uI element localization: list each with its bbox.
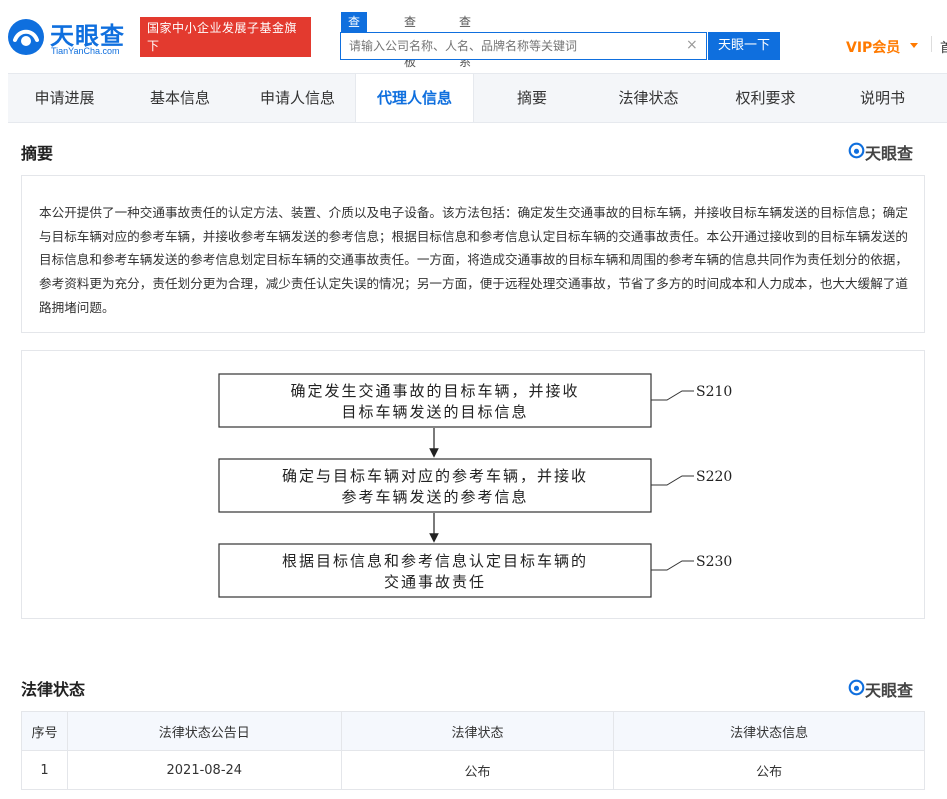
header-home-link[interactable]: 首 <box>940 37 947 56</box>
column-header-no: 序号 <box>21 711 68 751</box>
tab-agent-info[interactable]: 代理人信息 <box>355 74 474 122</box>
search-box: × <box>340 32 707 60</box>
search-tab-company[interactable]: 查公司 <box>341 12 368 69</box>
abstract-text: 本公开提供了一种交通事故责任的认定方法、装置、介质以及电子设备。该方法包括：确定… <box>39 205 908 315</box>
legal-status-title: 法律状态 <box>21 680 86 699</box>
abstract-figure: 确定发生交通事故的目标车辆，并接收 目标车辆发送的目标信息 S210 确定与目标… <box>21 350 925 619</box>
table-header-row: 序号 法律状态公告日 法律状态 法律状态信息 <box>21 711 925 751</box>
tab-description[interactable]: 说明书 <box>824 74 941 122</box>
vip-member-link[interactable]: VIP会员 <box>846 37 900 57</box>
logo-url: TianYanCha.com <box>51 46 120 56</box>
header-divider <box>931 36 932 52</box>
flow-step-1-connector <box>651 390 694 401</box>
chevron-down-icon[interactable] <box>910 43 918 48</box>
column-header-info: 法律状态信息 <box>613 711 925 751</box>
search-button[interactable]: 天眼一下 <box>708 32 780 60</box>
watermark-text: 天眼查 <box>865 144 914 163</box>
clear-icon[interactable]: × <box>686 37 698 53</box>
tianyancha-logo[interactable]: 天眼查 TianYanCha.com <box>6 14 132 58</box>
flow-step-3-connector <box>651 560 694 571</box>
search-tab-relation[interactable]: 查关系 <box>452 12 478 69</box>
column-header-date: 法律状态公告日 <box>66 711 342 751</box>
tab-applicant-info[interactable]: 申请人信息 <box>239 74 356 122</box>
flow-step-2-label: S220 <box>696 469 732 485</box>
flow-step-1-label: S210 <box>696 384 732 400</box>
tianyancha-eye-icon <box>848 142 865 159</box>
flowchart-diagram: 确定发生交通事故的目标车辆，并接收 目标车辆发送的目标信息 S210 确定与目标… <box>218 373 732 598</box>
section-nav-tabs: 申请进展 基本信息 申请人信息 代理人信息 摘要 法律状态 权利要求 说明书 <box>8 73 947 123</box>
flow-step-3-label: S230 <box>696 554 732 570</box>
top-header: 天眼查 TianYanCha.com 国家中小企业发展子基金旗下 官方备案企业征… <box>0 0 947 73</box>
watermark-text: 天眼查 <box>865 681 914 700</box>
tianyancha-eye-icon <box>848 679 865 696</box>
cell-status: 公布 <box>340 750 615 790</box>
search-tab-boss[interactable]: 查老板 <box>397 12 423 69</box>
tab-basic-info[interactable]: 基本信息 <box>121 74 239 122</box>
table-row: 1 2021-08-24 公布 公布 <box>21 750 925 790</box>
tab-legal-status[interactable]: 法律状态 <box>590 74 707 122</box>
tab-claims[interactable]: 权利要求 <box>707 74 824 122</box>
abstract-title: 摘要 <box>21 144 54 163</box>
tab-abstract[interactable]: 摘要 <box>474 74 590 122</box>
flow-step-1-line2: 目标车辆发送的目标信息 <box>341 403 528 421</box>
cell-date: 2021-08-24 <box>66 750 342 790</box>
tianyancha-eye-icon <box>8 19 44 55</box>
abstract-box: 本公开提供了一种交通事故责任的认定方法、装置、介质以及电子设备。该方法包括：确定… <box>21 175 925 333</box>
column-header-status: 法律状态 <box>340 711 615 751</box>
cell-no: 1 <box>21 750 68 790</box>
flow-step-2-connector <box>651 475 694 486</box>
cell-info: 公布 <box>613 750 925 790</box>
flow-step-2-line1: 确定与目标车辆对应的参考车辆，并接收 <box>282 467 588 485</box>
flow-step-1-line1: 确定发生交通事故的目标车辆，并接收 <box>290 382 579 400</box>
search-input[interactable] <box>341 33 671 59</box>
flow-step-3-line2: 交通事故责任 <box>384 573 486 591</box>
badge-line-2: 官方备案企业征信机构 <box>147 57 273 71</box>
badge-line-1: 国家中小企业发展子基金旗下 <box>147 21 298 53</box>
flow-step-3-line1: 根据目标信息和参考信息认定目标车辆的 <box>282 552 588 570</box>
tab-application-progress[interactable]: 申请进展 <box>8 74 121 122</box>
official-badge: 国家中小企业发展子基金旗下 官方备案企业征信机构 <box>140 17 311 71</box>
flow-step-2-line2: 参考车辆发送的参考信息 <box>341 488 528 506</box>
legal-status-table: 序号 法律状态公告日 法律状态 法律状态信息 1 2021-08-24 公布 公… <box>21 711 925 790</box>
